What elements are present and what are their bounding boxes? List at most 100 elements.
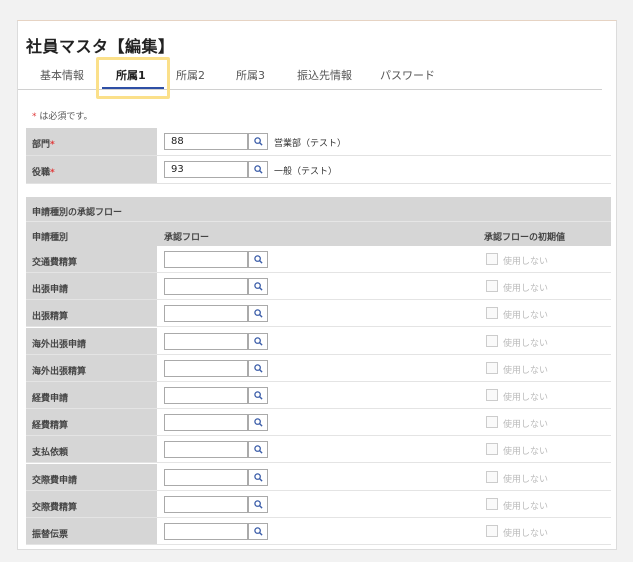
page-title: 社員マスタ【編集】 [26,37,175,56]
application-type-label: 振替伝票 [26,518,157,544]
department-label: 部門* [26,128,157,155]
approval-flow-search-button[interactable] [248,278,268,296]
active-tab-underline [102,87,164,89]
flow-row: 出張申請 使用しない [26,273,611,301]
flow-row: 経費精算 使用しない [26,409,611,437]
department-row: 部門* 88 営業部（テスト） [26,128,611,156]
required-note: * は必須です。 [32,112,93,122]
not-used-label: 使用しない [503,311,549,322]
position-search-button[interactable] [248,161,268,178]
not-used-checkbox[interactable] [486,416,498,429]
application-type-label: 海外出張申請 [26,327,157,354]
application-type-label: 支払依頼 [26,436,157,463]
application-type-label: 出張申請 [26,273,157,300]
search-icon [253,418,263,427]
position-name: 一般（テスト） [274,167,338,177]
flow-row: 交際費精算 使用しない [26,490,611,518]
application-type-label: 海外出張精算 [26,354,157,381]
application-type-label: 出張精算 [26,300,157,327]
search-icon [253,472,263,482]
not-used-checkbox[interactable] [486,334,498,347]
approval-flow-input[interactable] [164,278,248,296]
required-mark: * [50,168,55,178]
application-type-label: 交際費精算 [26,490,157,517]
approval-flow-search-button[interactable] [248,495,268,513]
position-row: 役職* 93 一般（テスト） [26,156,611,184]
position-code-input[interactable]: 93 [164,161,248,178]
not-used-label: 使用しない [503,393,549,403]
approval-flow-input[interactable] [164,359,248,377]
not-used-checkbox[interactable] [486,443,498,456]
header-default: 承認フローの初期値 [484,233,566,243]
header-flow: 承認フロー [164,233,210,243]
approval-flow-search-button[interactable] [248,523,268,540]
tab-password[interactable]: パスワード [380,67,435,83]
position-label: 役職* [26,156,157,183]
search-icon [253,165,263,174]
not-used-label: 使用しない [503,529,549,539]
approval-flow-input[interactable] [164,441,248,459]
not-used-checkbox[interactable] [486,361,498,374]
search-icon [253,500,263,509]
search-icon [253,255,263,264]
tab-bank-info[interactable]: 振込先情報 [297,67,352,83]
search-icon [253,309,263,318]
search-icon [253,391,263,400]
active-tab-highlight [96,57,170,99]
approval-flow-search-button[interactable] [248,251,268,268]
flow-table-header: 申請種別 承認フロー 承認フローの初期値 [26,221,611,246]
flow-section-title: 申請種別の承認フロー [26,197,611,221]
not-used-label: 使用しない [503,365,549,376]
not-used-checkbox[interactable] [486,280,498,293]
approval-flow-search-button[interactable] [248,332,268,350]
flow-row: 海外出張申請 使用しない [26,327,611,355]
search-icon [253,527,263,536]
header-type: 申請種別 [32,233,69,243]
flow-row: 交通費精算 使用しない [26,246,611,273]
approval-flow-input[interactable] [164,523,248,540]
approval-flow-search-button[interactable] [248,414,268,432]
approval-flow-search-button[interactable] [248,387,268,404]
not-used-label: 使用しない [503,420,549,431]
tab-affiliation-3[interactable]: 所属3 [236,67,265,83]
flow-row: 支払依頼 使用しない [26,436,611,464]
not-used-checkbox[interactable] [486,470,498,483]
approval-flow-search-button[interactable] [248,468,268,486]
application-type-label: 交通費精算 [26,246,157,272]
approval-flow-search-button[interactable] [248,359,268,377]
not-used-checkbox[interactable] [486,497,498,510]
approval-flow-input[interactable] [164,495,248,513]
flow-row: 経費申請 使用しない [26,382,611,409]
application-type-label: 経費精算 [26,409,157,436]
flow-row: 出張精算 使用しない [26,300,611,328]
not-used-label: 使用しない [503,501,549,512]
department-search-button[interactable] [248,133,268,150]
not-used-checkbox[interactable] [486,389,498,401]
tab-basic-info[interactable]: 基本情報 [40,67,84,83]
not-used-checkbox[interactable] [486,307,498,320]
approval-flow-input[interactable] [164,468,248,486]
not-used-label: 使用しない [503,338,549,349]
required-mark: * [50,140,55,150]
search-icon [253,364,263,373]
not-used-checkbox[interactable] [486,525,498,537]
approval-flow-input[interactable] [164,251,248,268]
flow-row: 海外出張精算 使用しない [26,354,611,382]
approval-flow-input[interactable] [164,414,248,432]
approval-flow-input[interactable] [164,332,248,350]
approval-flow-search-button[interactable] [248,305,268,323]
not-used-label: 使用しない [503,474,549,485]
flow-row: 振替伝票 使用しない [26,518,611,545]
approval-flow-search-button[interactable] [248,441,268,459]
approval-flow-input[interactable] [164,387,248,404]
department-code-input[interactable]: 88 [164,133,248,150]
not-used-label: 使用しない [503,447,549,458]
flow-row: 交際費申請 使用しない [26,463,611,491]
approval-flow-input[interactable] [164,305,248,323]
employee-edit-panel: 社員マスタ【編集】 基本情報 所属1 所属2 所属3 振込先情報 パスワード *… [17,20,617,550]
not-used-checkbox[interactable] [486,253,498,265]
search-icon [253,336,263,346]
department-name: 営業部（テスト） [274,139,347,149]
tab-affiliation-2[interactable]: 所属2 [176,67,205,83]
not-used-label: 使用しない [503,284,549,295]
